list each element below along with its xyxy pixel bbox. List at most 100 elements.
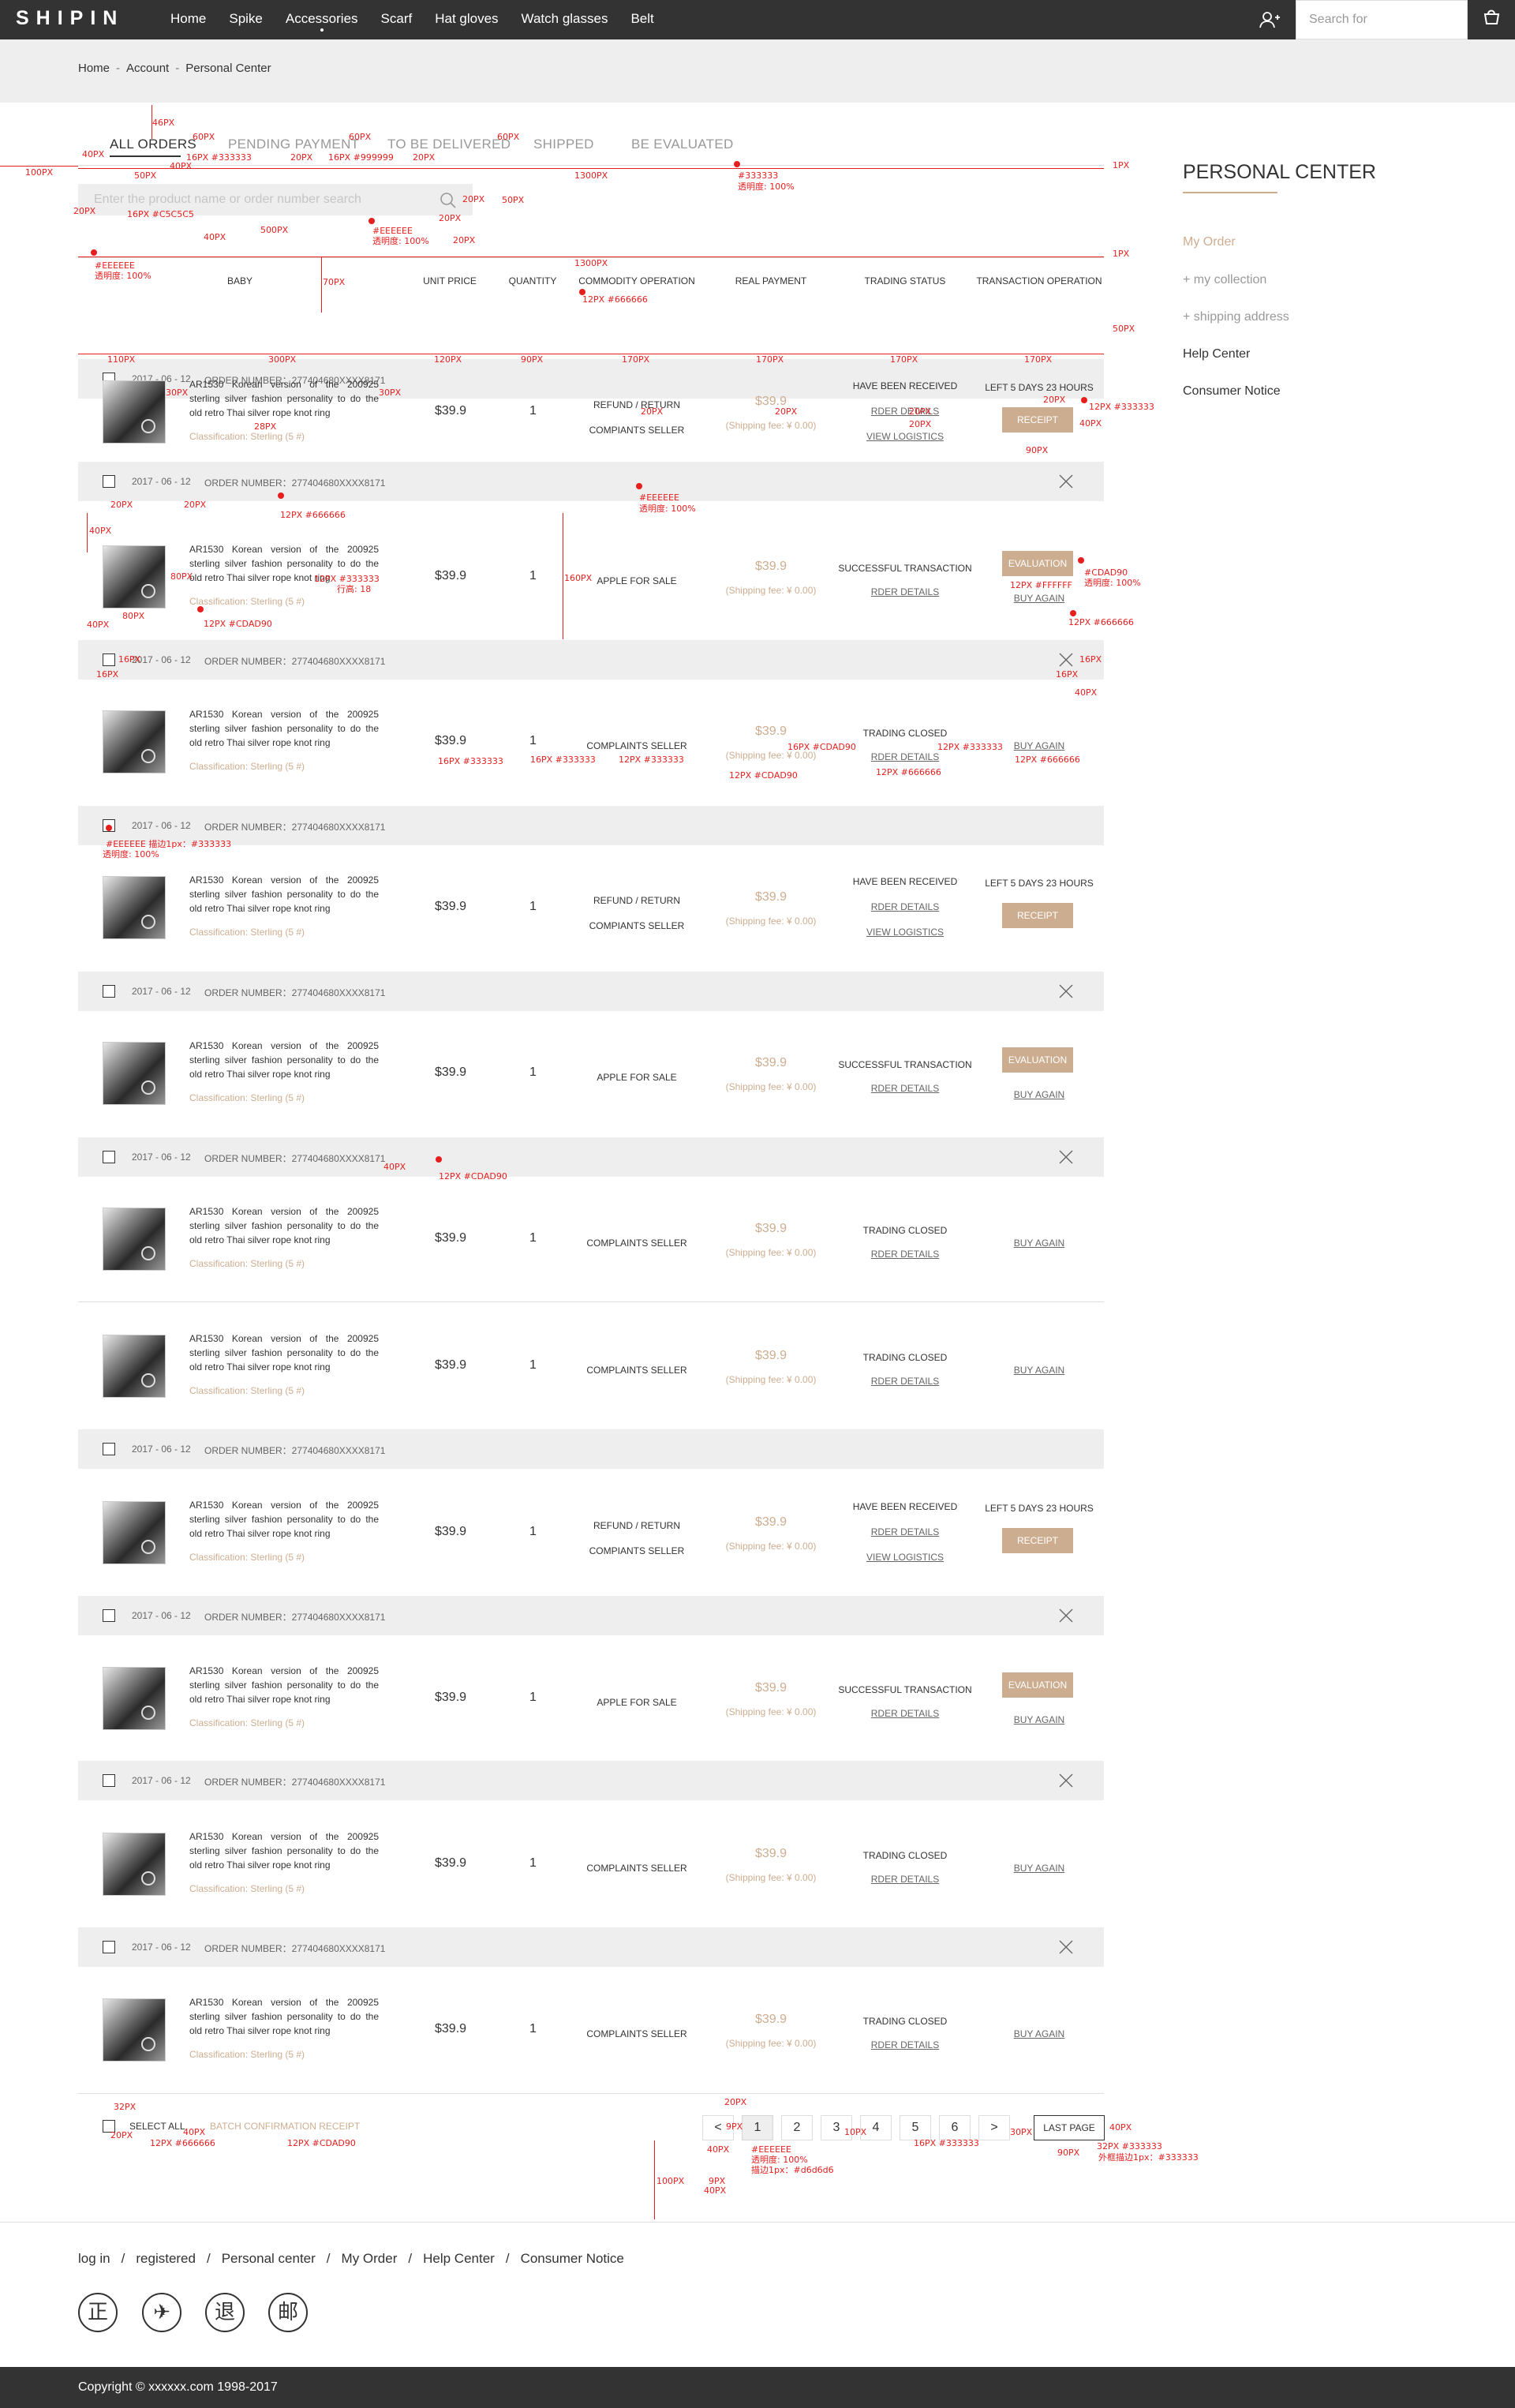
nav-accessories[interactable]: Accessories <box>286 11 358 32</box>
nav-belt[interactable]: Belt <box>630 11 653 27</box>
order-details-link[interactable]: RDER DETAILS <box>838 1083 972 1094</box>
search-input[interactable]: Search for <box>1296 0 1468 39</box>
delete-order-icon[interactable] <box>1057 651 1075 668</box>
delete-order-icon[interactable] <box>1057 1938 1075 1956</box>
complaints-seller-link[interactable]: COMPIANTS SELLER <box>570 920 704 931</box>
order-details-link[interactable]: RDER DETAILS <box>838 406 972 417</box>
footer-registered[interactable]: registered <box>136 2251 196 2266</box>
view-logistics-link[interactable]: VIEW LOGISTICS <box>838 927 972 938</box>
view-logistics-link[interactable]: VIEW LOGISTICS <box>838 431 972 442</box>
last-page-button[interactable]: LAST PAGE <box>1034 2115 1105 2140</box>
order-checkbox[interactable] <box>103 1443 115 1455</box>
sidebar-item-my-collection[interactable]: + my collection <box>1183 273 1266 287</box>
nav-spike[interactable]: Spike <box>229 11 263 27</box>
receipt-button[interactable]: RECEIPT <box>1002 903 1073 928</box>
order-details-link[interactable]: RDER DETAILS <box>838 1708 972 1719</box>
order-checkbox[interactable] <box>103 475 115 488</box>
product-name[interactable]: AR1530 Korean version of the 200925 ster… <box>189 1498 379 1541</box>
cart-button[interactable] <box>1468 0 1515 39</box>
page-2[interactable]: 2 <box>781 2115 813 2140</box>
complaints-seller-link[interactable]: COMPLAINTS SELLER <box>570 1365 704 1376</box>
search-icon[interactable] <box>439 192 458 209</box>
product-image[interactable] <box>103 1501 166 1564</box>
order-details-link[interactable]: RDER DETAILS <box>838 1874 972 1885</box>
order-checkbox[interactable] <box>103 1609 115 1622</box>
order-details-link[interactable]: RDER DETAILS <box>838 1526 972 1537</box>
refund-return-link[interactable]: REFUND / RETURN <box>570 1520 704 1531</box>
sidebar-item-consumer-notice[interactable]: Consumer Notice <box>1183 384 1281 399</box>
tab-shipped[interactable]: SHIPPED <box>533 137 594 152</box>
product-image[interactable] <box>103 1667 166 1730</box>
order-details-link[interactable]: RDER DETAILS <box>838 2039 972 2050</box>
evaluation-button[interactable]: EVALUATION <box>1002 1672 1073 1698</box>
tab-to-be-delivered[interactable]: TO BE DELIVERED <box>387 137 511 152</box>
select-all-label[interactable]: SELECT ALL <box>129 2121 185 2132</box>
receipt-button[interactable]: RECEIPT <box>1002 407 1073 433</box>
page-5[interactable]: 5 <box>900 2115 931 2140</box>
batch-confirmation-link[interactable]: BATCH CONFIRMATION RECEIPT <box>210 2121 360 2132</box>
order-details-link[interactable]: RDER DETAILS <box>838 751 972 762</box>
product-image[interactable] <box>103 1042 166 1105</box>
breadcrumb-home[interactable]: Home <box>78 62 110 75</box>
complaints-seller-link[interactable]: COMPLAINTS SELLER <box>570 1863 704 1874</box>
order-details-link[interactable]: RDER DETAILS <box>838 901 972 912</box>
footer-consumer-notice[interactable]: Consumer Notice <box>521 2251 624 2266</box>
footer-login[interactable]: log in <box>78 2251 110 2266</box>
delete-order-icon[interactable] <box>1057 1607 1075 1624</box>
nav-watch-glasses[interactable]: Watch glasses <box>522 11 608 27</box>
product-name[interactable]: AR1530 Korean version of the 200925 ster… <box>189 1204 379 1247</box>
product-image[interactable] <box>103 545 166 609</box>
buy-again-link[interactable]: BUY AGAIN <box>972 2028 1106 2039</box>
delete-order-icon[interactable] <box>1057 1148 1075 1166</box>
buy-again-link[interactable]: BUY AGAIN <box>972 1365 1106 1376</box>
complaints-seller-link[interactable]: COMPLAINTS SELLER <box>570 2028 704 2039</box>
delete-order-icon[interactable] <box>1057 983 1075 1000</box>
page-next[interactable]: > <box>978 2115 1010 2140</box>
delete-order-icon[interactable] <box>1057 1772 1075 1789</box>
apple-for-sale-link[interactable]: APPLE FOR SALE <box>570 1072 704 1083</box>
nav-scarf[interactable]: Scarf <box>381 11 413 27</box>
product-image[interactable] <box>103 1833 166 1896</box>
order-checkbox[interactable] <box>103 1151 115 1163</box>
order-details-link[interactable]: RDER DETAILS <box>838 1249 972 1260</box>
product-name[interactable]: AR1530 Korean version of the 200925 ster… <box>189 1995 379 2038</box>
complaints-seller-link[interactable]: COMPLAINTS SELLER <box>570 740 704 751</box>
order-checkbox[interactable] <box>103 653 115 666</box>
view-logistics-link[interactable]: VIEW LOGISTICS <box>838 1552 972 1563</box>
product-name[interactable]: AR1530 Korean version of the 200925 ster… <box>189 1829 379 1872</box>
delete-order-icon[interactable] <box>1057 473 1075 490</box>
nav-home[interactable]: Home <box>170 11 206 27</box>
evaluation-button[interactable]: EVALUATION <box>1002 551 1073 576</box>
tab-be-evaluated[interactable]: BE EVALUATED <box>631 137 734 152</box>
tab-all-orders[interactable]: ALL ORDERS <box>110 137 196 152</box>
buy-again-link[interactable]: BUY AGAIN <box>972 1863 1106 1874</box>
apple-for-sale-link[interactable]: APPLE FOR SALE <box>570 1697 704 1708</box>
product-name[interactable]: AR1530 Korean version of the 200925 ster… <box>189 1039 379 1081</box>
sidebar-item-my-order[interactable]: My Order <box>1183 235 1236 249</box>
product-image[interactable] <box>103 710 166 773</box>
product-image[interactable] <box>103 1208 166 1271</box>
product-name[interactable]: AR1530 Korean version of the 200925 ster… <box>189 707 379 750</box>
footer-my-order[interactable]: My Order <box>342 2251 398 2266</box>
complaints-seller-link[interactable]: COMPLAINTS SELLER <box>570 1238 704 1249</box>
product-name[interactable]: AR1530 Korean version of the 200925 ster… <box>189 377 379 420</box>
user-add-icon[interactable] <box>1259 10 1280 29</box>
tab-pending-payment[interactable]: PENDING PAYMENT <box>228 137 359 152</box>
product-name[interactable]: AR1530 Korean version of the 200925 ster… <box>189 1664 379 1706</box>
product-name[interactable]: AR1530 Korean version of the 200925 ster… <box>189 873 379 916</box>
order-details-link[interactable]: RDER DETAILS <box>838 1376 972 1387</box>
nav-hat-gloves[interactable]: Hat gloves <box>435 11 498 27</box>
page-6[interactable]: 6 <box>939 2115 971 2140</box>
buy-again-link[interactable]: BUY AGAIN <box>972 1089 1106 1100</box>
product-image[interactable] <box>103 876 166 939</box>
footer-help-center[interactable]: Help Center <box>423 2251 495 2266</box>
page-1[interactable]: 1 <box>742 2115 773 2140</box>
sidebar-item-shipping-address[interactable]: + shipping address <box>1183 310 1289 324</box>
buy-again-link[interactable]: BUY AGAIN <box>972 593 1106 604</box>
product-image[interactable] <box>103 380 166 444</box>
sidebar-item-help-center[interactable]: Help Center <box>1183 347 1250 361</box>
order-checkbox[interactable] <box>103 1774 115 1787</box>
breadcrumb-account[interactable]: Account <box>126 62 169 75</box>
product-name[interactable]: AR1530 Korean version of the 200925 ster… <box>189 1331 379 1374</box>
footer-personal-center[interactable]: Personal center <box>222 2251 316 2266</box>
